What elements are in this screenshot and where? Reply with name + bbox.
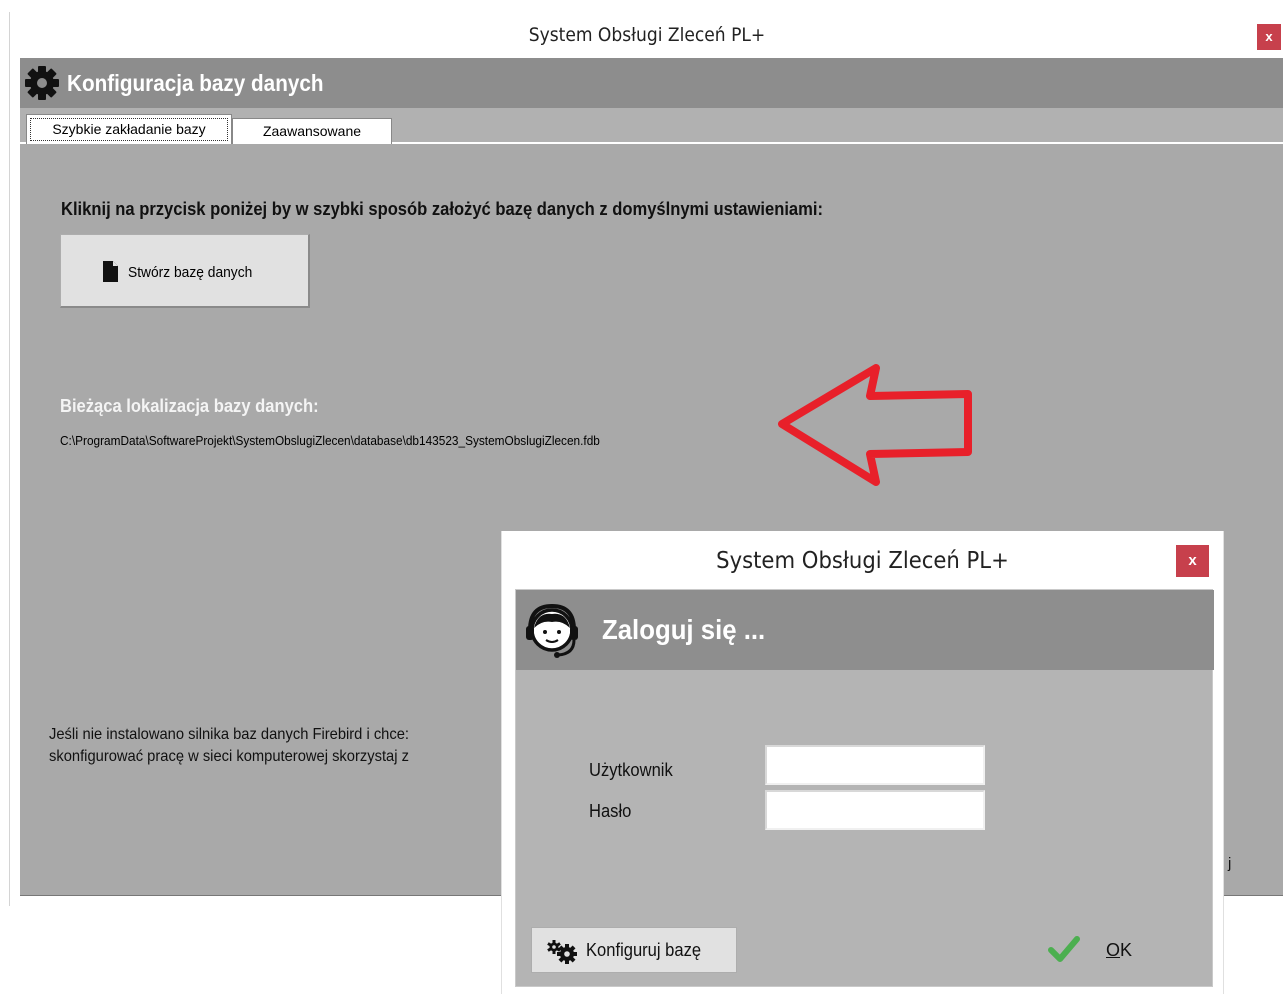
quick-setup-instruction: Kliknij na przycisk poniżej by w szybki … [61,199,823,219]
tab-quick-setup-label: Szybkie zakładanie bazy [30,118,228,141]
login-dialog-title: System Obsługi Zleceń PL+ [716,548,1009,574]
firebird-note-line-1: Jeśli nie instalowano silnika baz danych… [49,726,410,743]
tab-quick-setup[interactable]: Szybkie zakładanie bazy [26,114,232,144]
create-database-label: Stwórz bazę danych [128,264,253,281]
tab-strip: Szybkie zakładanie bazy Zaawansowane [20,108,1283,144]
login-header: Zaloguj się ... [516,590,1214,670]
password-label: Hasło [589,801,632,821]
config-header: Konfiguracja bazy danych [20,58,1283,108]
main-window-title: System Obsługi Zleceń PL+ [528,24,766,46]
current-location-label: Bieżąca lokalizacja bazy danych: [60,396,319,416]
document-icon [103,261,118,282]
configure-database-button[interactable]: Konfiguruj bazę [531,927,737,973]
truncated-text-fragment: j [1228,855,1232,872]
tab-advanced[interactable]: Zaawansowane [232,118,392,144]
login-close-button[interactable]: x [1176,545,1209,577]
main-close-button[interactable]: x [1257,24,1281,50]
firebird-note-line-2: skonfigurować pracę w sieci komputerowej… [49,748,409,765]
login-heading: Zaloguj się ... [602,614,766,645]
ok-mnemonic: O [1106,940,1121,960]
red-arrow-annotation [778,364,972,486]
create-database-button[interactable]: Stwórz bazę danych [60,234,310,308]
configure-database-label: Konfiguruj bazę [586,940,702,960]
password-input[interactable] [765,790,985,830]
main-titlebar[interactable]: System Obsługi Zleceń PL+ x [10,12,1283,58]
ok-label-rest: K [1120,940,1133,960]
login-dialog: System Obsługi Zleceń PL+ x Zaloguj się … [501,531,1224,994]
checkmark-icon [1048,936,1080,962]
login-dialog-body: Zaloguj się ... Użytkownik Hasło Konfigu… [515,589,1214,987]
database-path: C:\ProgramData\SoftwareProjekt\SystemObs… [60,433,600,448]
screenshot-stage: System Obsługi Zleceń PL+ x Konfiguracja… [0,0,1283,994]
ok-button[interactable]: OK [1044,930,1144,970]
gear-icon [25,66,59,100]
ok-label: OK [1106,940,1132,961]
gears-icon [547,940,577,964]
username-label: Użytkownik [589,760,673,780]
config-heading: Konfiguracja bazy danych [67,70,324,96]
username-input[interactable] [765,745,985,785]
headset-user-icon [526,603,578,658]
